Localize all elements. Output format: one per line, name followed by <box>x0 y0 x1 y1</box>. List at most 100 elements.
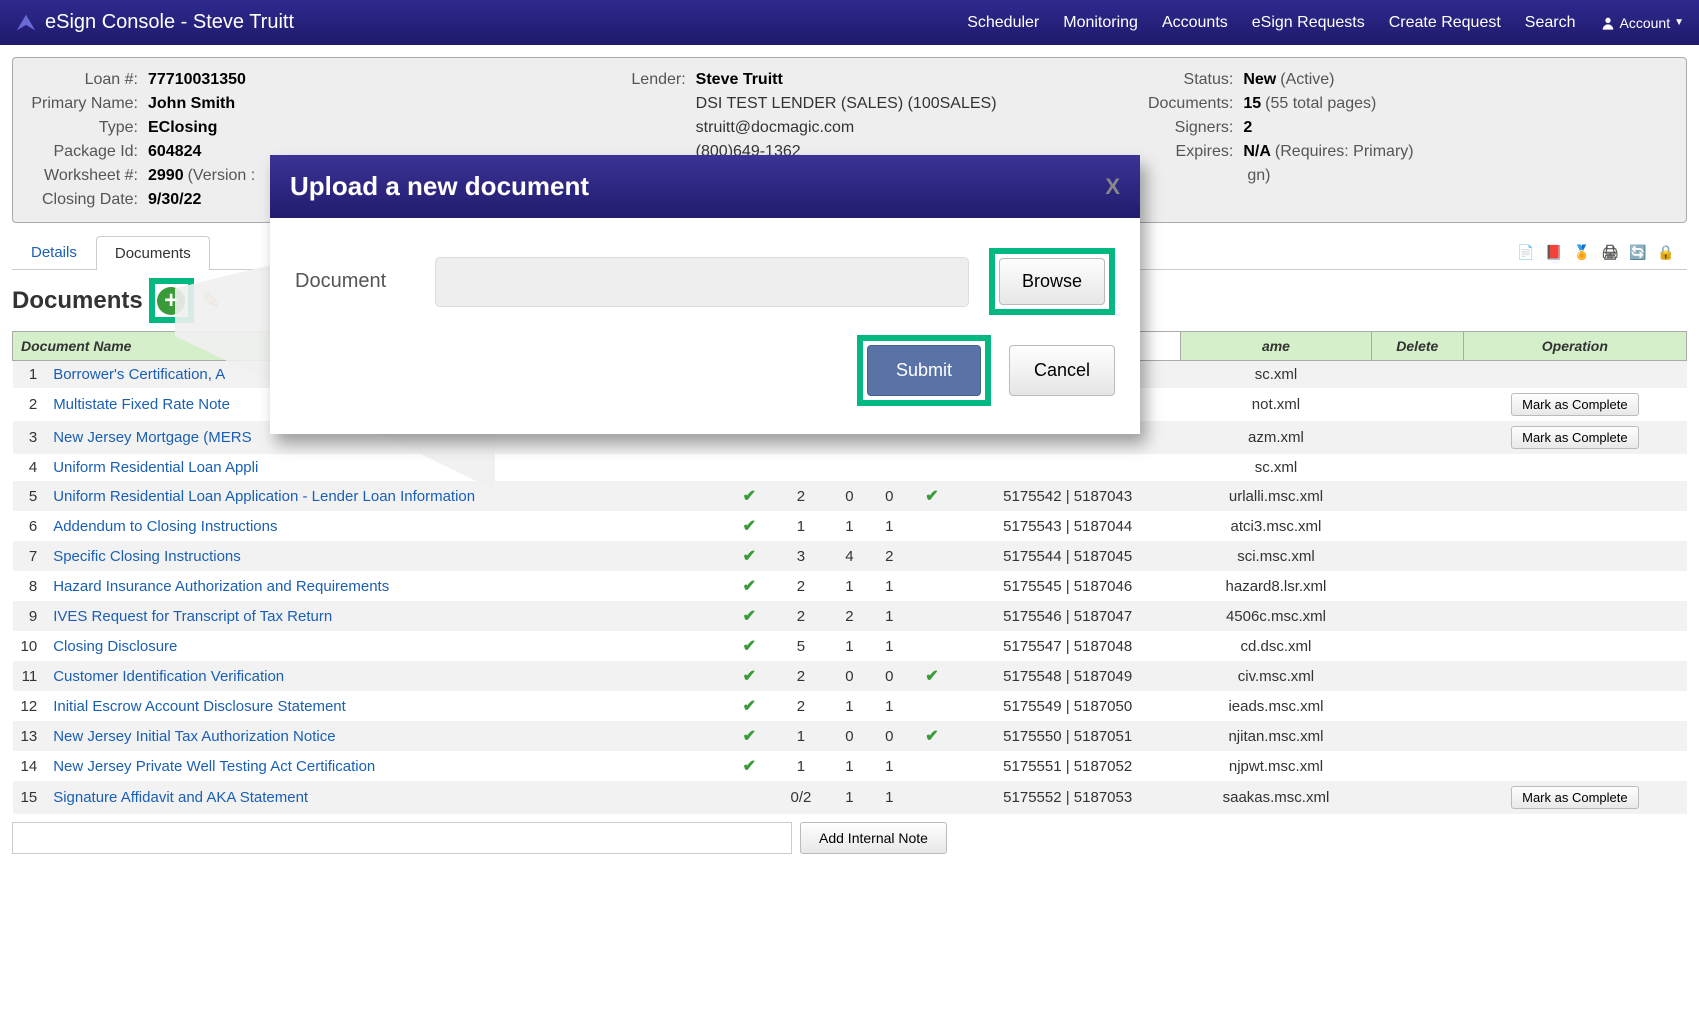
modal-close-button[interactable]: X <box>1105 174 1120 200</box>
delete-cell[interactable] <box>1371 691 1463 721</box>
checkmark-icon: ✔ <box>743 668 756 685</box>
document-link[interactable]: Closing Disclosure <box>45 631 726 661</box>
delete-cell[interactable] <box>1371 721 1463 751</box>
navbar: eSign Console - Steve Truitt Scheduler M… <box>0 0 1699 45</box>
delete-cell[interactable] <box>1371 631 1463 661</box>
table-row: 11Customer Identification Verification✔2… <box>13 661 1687 691</box>
mark-complete-button[interactable]: Mark as Complete <box>1511 426 1638 449</box>
nav-scheduler[interactable]: Scheduler <box>967 14 1039 32</box>
tab-documents[interactable]: Documents <box>96 236 210 270</box>
document-link[interactable]: Uniform Residential Loan Appli <box>45 454 726 481</box>
pdf-icon[interactable]: 📕 <box>1543 241 1565 263</box>
info-col-right: Status:New(Active)Documents:15(55 total … <box>1123 68 1671 212</box>
document-link[interactable]: Addendum to Closing Instructions <box>45 511 726 541</box>
document-link[interactable]: Specific Closing Instructions <box>45 541 726 571</box>
nav-accounts[interactable]: Accounts <box>1162 14 1228 32</box>
nav-monitoring[interactable]: Monitoring <box>1063 14 1138 32</box>
row-index: 5 <box>13 481 46 511</box>
delete-cell[interactable] <box>1371 751 1463 781</box>
delete-cell[interactable] <box>1371 541 1463 571</box>
table-row: 15Signature Affidavit and AKA Statement0… <box>13 781 1687 814</box>
filename: civ.msc.xml <box>1181 661 1372 691</box>
modal-header: Upload a new document X <box>270 155 1140 218</box>
table-row: 8Hazard Insurance Authorization and Requ… <box>13 571 1687 601</box>
browse-button[interactable]: Browse <box>999 258 1105 305</box>
table-row: 5Uniform Residential Loan Application - … <box>13 481 1687 511</box>
filename: urlalli.msc.xml <box>1181 481 1372 511</box>
delete-cell[interactable] <box>1371 481 1463 511</box>
row-index: 12 <box>13 691 46 721</box>
table-row: 6Addendum to Closing Instructions✔111517… <box>13 511 1687 541</box>
mark-complete-button[interactable]: Mark as Complete <box>1511 786 1638 809</box>
row-index: 4 <box>13 454 46 481</box>
nav-esign-requests[interactable]: eSign Requests <box>1252 14 1365 32</box>
document-link[interactable]: Signature Affidavit and AKA Statement <box>45 781 726 814</box>
document-link[interactable]: New Jersey Initial Tax Authorization Not… <box>45 721 726 751</box>
row-index: 6 <box>13 511 46 541</box>
checkmark-icon: ✔ <box>743 518 756 535</box>
filename: azm.xml <box>1181 421 1372 454</box>
add-internal-note-button[interactable]: Add Internal Note <box>800 822 947 854</box>
modal-title: Upload a new document <box>290 171 589 202</box>
delete-cell[interactable] <box>1371 388 1463 421</box>
checkmark-icon: ✔ <box>743 608 756 625</box>
checkmark-icon: ✔ <box>925 488 938 505</box>
caret-down-icon: ▼ <box>1674 17 1684 28</box>
table-row: 12Initial Escrow Account Disclosure Stat… <box>13 691 1687 721</box>
row-index: 15 <box>13 781 46 814</box>
col-delete: Delete <box>1371 332 1463 361</box>
delete-cell[interactable] <box>1371 781 1463 814</box>
document-link[interactable]: New Jersey Private Well Testing Act Cert… <box>45 751 726 781</box>
filename: cd.dsc.xml <box>1181 631 1372 661</box>
row-index: 14 <box>13 751 46 781</box>
print-icon[interactable]: 🖨 <box>1599 241 1621 263</box>
delete-cell[interactable] <box>1371 511 1463 541</box>
table-row: 13New Jersey Initial Tax Authorization N… <box>13 721 1687 751</box>
row-index: 9 <box>13 601 46 631</box>
document-link[interactable]: Customer Identification Verification <box>45 661 726 691</box>
delete-cell[interactable] <box>1371 571 1463 601</box>
internal-note-row: Add Internal Note <box>12 822 1687 854</box>
filename: atci3.msc.xml <box>1181 511 1372 541</box>
lock-icon[interactable]: 🔒 <box>1655 241 1677 263</box>
tab-details[interactable]: Details <box>12 235 96 269</box>
filename: ieads.msc.xml <box>1181 691 1372 721</box>
row-index: 8 <box>13 571 46 601</box>
filename: njpwt.msc.xml <box>1181 751 1372 781</box>
document-link[interactable]: Initial Escrow Account Disclosure Statem… <box>45 691 726 721</box>
delete-cell[interactable] <box>1371 421 1463 454</box>
delete-cell[interactable] <box>1371 454 1463 481</box>
submit-highlight: Submit <box>857 335 991 406</box>
document-link[interactable]: Hazard Insurance Authorization and Requi… <box>45 571 726 601</box>
account-label: Account <box>1620 15 1671 31</box>
filename: 4506c.msc.xml <box>1181 601 1372 631</box>
col-filename: ame <box>1181 332 1372 361</box>
award-icon[interactable]: 🏅 <box>1571 241 1593 263</box>
toolbar-icons: 📄 📕 🏅 🖨 🔄 🔒 <box>1515 241 1687 263</box>
delete-cell[interactable] <box>1371 601 1463 631</box>
row-index: 1 <box>13 361 46 389</box>
filename: saakas.msc.xml <box>1181 781 1372 814</box>
internal-note-input[interactable] <box>12 822 792 854</box>
nav-search[interactable]: Search <box>1525 14 1576 32</box>
export-icon[interactable]: 📄 <box>1515 241 1537 263</box>
document-field-label: Document <box>295 270 415 293</box>
section-title: Documents <box>12 287 143 315</box>
browse-highlight: Browse <box>989 248 1115 315</box>
refresh-icon[interactable]: 🔄 <box>1627 241 1649 263</box>
cancel-button[interactable]: Cancel <box>1009 345 1115 396</box>
document-file-field[interactable] <box>435 257 969 307</box>
document-link[interactable]: Uniform Residential Loan Application - L… <box>45 481 726 511</box>
delete-cell[interactable] <box>1371 661 1463 691</box>
document-link[interactable]: IVES Request for Transcript of Tax Retur… <box>45 601 726 631</box>
nav-account-dropdown[interactable]: Account ▼ <box>1600 15 1685 31</box>
mark-complete-button[interactable]: Mark as Complete <box>1511 393 1638 416</box>
checkmark-icon: ✔ <box>743 488 756 505</box>
filename: sc.xml <box>1181 454 1372 481</box>
user-icon <box>1600 15 1616 31</box>
nav-create-request[interactable]: Create Request <box>1389 14 1501 32</box>
table-row: 14New Jersey Private Well Testing Act Ce… <box>13 751 1687 781</box>
delete-cell[interactable] <box>1371 361 1463 389</box>
row-index: 11 <box>13 661 46 691</box>
submit-button[interactable]: Submit <box>867 345 981 396</box>
